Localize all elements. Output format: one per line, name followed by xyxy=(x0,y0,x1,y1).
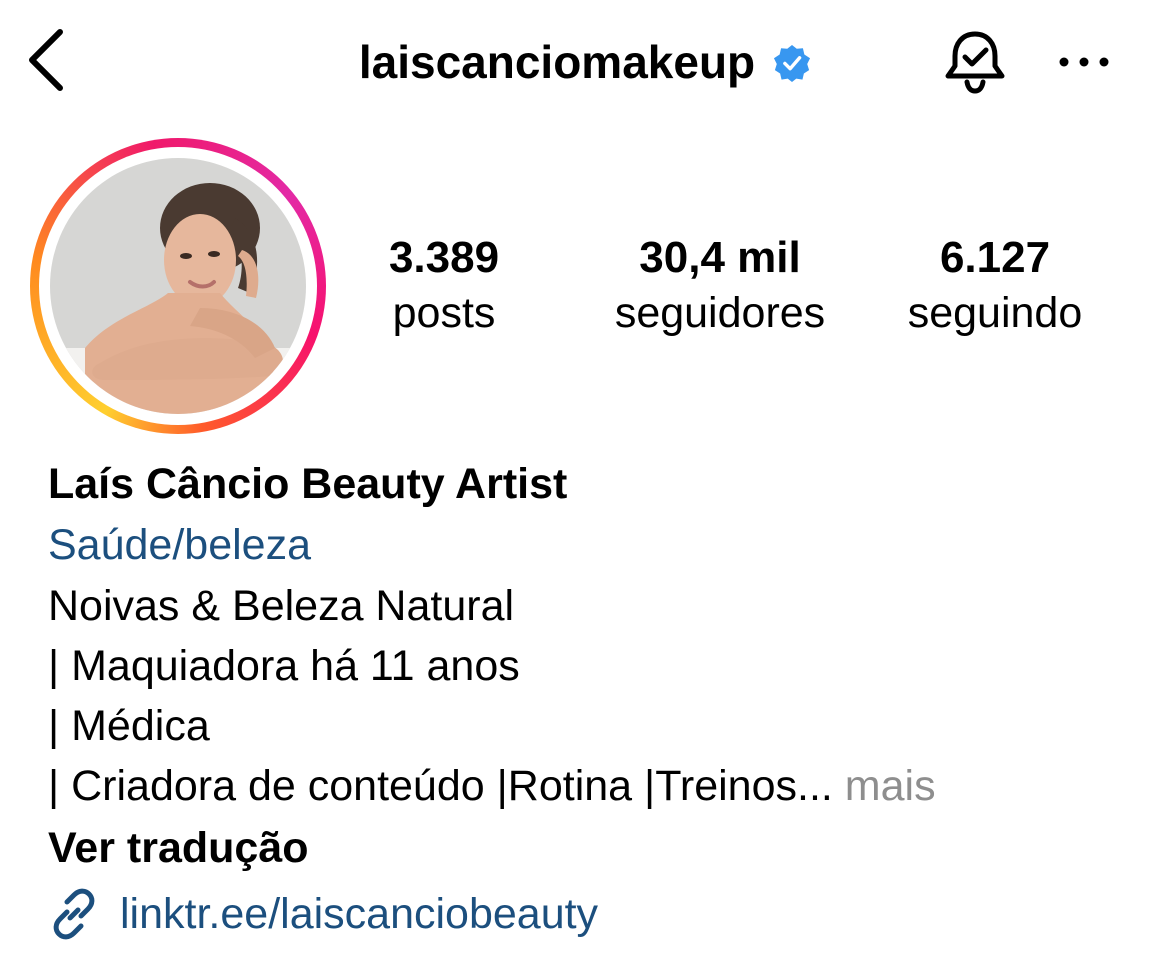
avatar[interactable] xyxy=(50,158,306,414)
verified-badge-icon xyxy=(774,44,811,82)
bio-line: | Maquiadora há 11 anos xyxy=(48,642,520,690)
translate-link[interactable]: Ver tradução xyxy=(48,818,309,878)
back-button[interactable] xyxy=(22,24,72,96)
more-options-button[interactable] xyxy=(1052,40,1116,84)
external-link[interactable]: linktr.ee/laiscanciobeauty xyxy=(48,884,598,944)
following-stat[interactable]: 6.127 seguindo xyxy=(870,232,1120,342)
bio-more-link[interactable]: mais xyxy=(833,762,936,810)
external-link-text[interactable]: linktr.ee/laiscanciobeauty xyxy=(120,890,598,939)
username: laiscanciomakeup xyxy=(358,36,756,88)
posts-label: posts xyxy=(392,289,496,337)
followers-count: 30,4 mil xyxy=(639,233,801,282)
bio-line-text: | Criadora de conteúdo |Rotina |Treinos.… xyxy=(48,762,833,810)
notifications-button[interactable] xyxy=(940,26,1010,98)
bell-check-icon xyxy=(945,31,1005,94)
following-count: 6.127 xyxy=(939,233,1051,282)
story-ring[interactable] xyxy=(30,138,326,434)
category-label[interactable]: Saúde/beleza xyxy=(48,515,311,575)
followers-label: seguidores xyxy=(614,289,826,337)
avatar-photo xyxy=(50,158,306,414)
bio-line: Noivas & Beleza Natural xyxy=(48,582,515,630)
posts-stat[interactable]: 3.389 posts xyxy=(334,232,554,342)
bio-line-truncated: | Criadora de conteúdo |Rotina |Treinos.… xyxy=(48,756,936,816)
bio-line: | Médica xyxy=(48,702,210,750)
chevron-left-icon xyxy=(29,29,63,91)
posts-count: 3.389 xyxy=(388,233,500,282)
display-name: Laís Câncio Beauty Artist xyxy=(48,460,568,508)
more-horizontal-icon xyxy=(1059,57,1109,67)
following-label: seguindo xyxy=(907,289,1083,337)
followers-stat[interactable]: 30,4 mil seguidores xyxy=(580,232,860,342)
link-icon xyxy=(53,888,95,940)
